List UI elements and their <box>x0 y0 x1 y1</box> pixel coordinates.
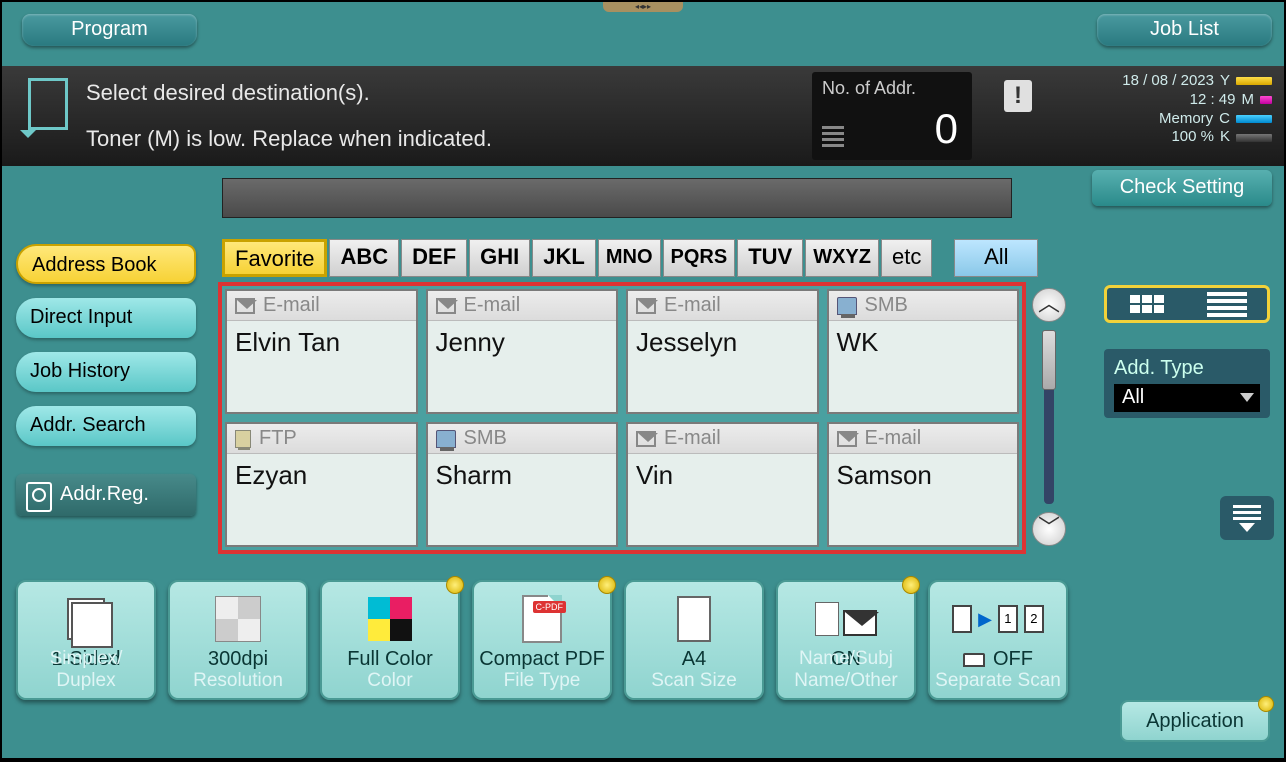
alpha-tab-mno[interactable]: MNO <box>598 239 661 277</box>
contact-card[interactable]: E-mail Elvin Tan <box>225 289 418 414</box>
contact-name: Elvin Tan <box>227 321 416 364</box>
scroll-up-button[interactable]: ︿ <box>1032 288 1066 322</box>
alpha-tab-wxyz[interactable]: WXYZ <box>805 239 879 277</box>
alpha-tab-favorite[interactable]: Favorite <box>222 239 327 277</box>
tab-job-history[interactable]: Job History <box>16 352 196 392</box>
contact-type: E-mail <box>865 427 922 450</box>
contact-name: Jenny <box>428 321 617 364</box>
option-label: 300dpi <box>170 648 306 671</box>
contact-card[interactable]: SMB WK <box>827 289 1020 414</box>
option-caption: Simplex/Duplex <box>16 648 156 692</box>
contact-type: E-mail <box>664 294 721 317</box>
status-submessage: Toner (M) is low. Replace when indicated… <box>86 126 492 152</box>
addr-reg-button[interactable]: Addr.Reg. <box>16 474 196 516</box>
alpha-tab-tuv[interactable]: TUV <box>737 239 803 277</box>
application-button[interactable]: Application <box>1120 700 1270 742</box>
alpha-tabs: Favorite ABC DEF GHI JKL MNO PQRS TUV WX… <box>222 239 1038 277</box>
ftp-icon <box>235 430 251 448</box>
pages-icon <box>18 590 154 648</box>
option-label: A4 <box>626 648 762 671</box>
on-icon <box>778 590 914 648</box>
grid-view-icon[interactable] <box>1107 288 1187 320</box>
a4-icon <box>626 590 762 648</box>
option-caption: File Type <box>472 670 612 692</box>
res-icon <box>170 590 306 648</box>
contact-type: FTP <box>259 427 297 450</box>
status-bar: Select desired destination(s). Toner (M)… <box>2 66 1284 166</box>
document-icon <box>20 78 68 138</box>
contact-card[interactable]: FTP Ezyan <box>225 422 418 547</box>
alpha-tab-ghi[interactable]: GHI <box>469 239 530 277</box>
program-button[interactable]: Program <box>22 14 197 46</box>
address-count-label: No. of Addr. <box>812 72 972 105</box>
contact-type: E-mail <box>664 427 721 450</box>
pdf-icon: C-PDF <box>474 590 610 648</box>
alpha-tab-pqrs[interactable]: PQRS <box>663 239 736 277</box>
list-view-icon[interactable] <box>1187 288 1267 320</box>
alpha-tab-def[interactable]: DEF <box>401 239 467 277</box>
contact-card[interactable]: E-mail Samson <box>827 422 1020 547</box>
contact-card[interactable]: SMB Sharm <box>426 422 619 547</box>
option-caption: Scan Size <box>624 670 764 692</box>
address-type-panel: Add. Type All <box>1104 349 1270 418</box>
address-type-label: Add. Type <box>1114 357 1260 380</box>
mail-icon <box>636 298 656 314</box>
option-label: Compact PDF <box>474 648 610 671</box>
contact-type: SMB <box>464 427 507 450</box>
view-toggle[interactable] <box>1104 285 1270 323</box>
contact-card[interactable]: E-mail Jenny <box>426 289 619 414</box>
contact-name: WK <box>829 321 1018 364</box>
mail-icon <box>436 298 456 314</box>
scanner-icon <box>963 653 985 667</box>
option-caption: Name/SubjName/Other <box>776 648 916 692</box>
contact-type: SMB <box>865 294 908 317</box>
address-count-panel: No. of Addr. 0 <box>812 72 972 160</box>
contact-name: Jesselyn <box>628 321 817 364</box>
alpha-tab-etc[interactable]: etc <box>881 239 932 277</box>
contact-type: E-mail <box>263 294 320 317</box>
contact-card[interactable]: E-mail Vin <box>626 422 819 547</box>
mail-icon <box>636 431 656 447</box>
drag-handle: ◂◂▸▸ <box>603 2 683 12</box>
status-meta: 18 / 08 / 2023Y 12 : 49M MemoryC 100 %K <box>1122 72 1272 147</box>
alpha-tab-all[interactable]: All <box>954 239 1038 277</box>
contact-type: E-mail <box>464 294 521 317</box>
alpha-tab-jkl[interactable]: JKL <box>532 239 596 277</box>
sep-icon: ▶12 <box>930 590 1066 648</box>
joblist-button[interactable]: Job List <box>1097 14 1272 46</box>
mail-icon <box>837 431 857 447</box>
tab-direct-input[interactable]: Direct Input <box>16 298 196 338</box>
tab-address-book[interactable]: Address Book <box>16 244 196 284</box>
smb-icon <box>436 430 456 448</box>
contact-name: Sharm <box>428 454 617 497</box>
scroll-down-button[interactable]: ﹀ <box>1032 512 1066 546</box>
option-caption: Color <box>320 670 460 692</box>
contact-name: Vin <box>628 454 817 497</box>
option-label: Full Color <box>322 648 458 671</box>
status-message: Select desired destination(s). <box>86 80 370 106</box>
check-setting-button[interactable]: Check Setting <box>1092 170 1272 206</box>
option-label: OFF <box>930 648 1066 671</box>
destination-display-bar[interactable] <box>222 178 1012 218</box>
alpha-tab-abc[interactable]: ABC <box>329 239 399 277</box>
contact-name: Samson <box>829 454 1018 497</box>
detail-list-button[interactable] <box>1220 496 1274 540</box>
address-type-select[interactable]: All <box>1114 384 1260 412</box>
option-caption: Resolution <box>168 670 308 692</box>
option-caption: Separate Scan <box>928 670 1068 692</box>
color-icon <box>322 590 458 648</box>
contact-name: Ezyan <box>227 454 416 497</box>
smb-icon <box>837 297 857 315</box>
scroll-thumb[interactable] <box>1042 330 1056 390</box>
warning-icon[interactable]: ! <box>1004 80 1032 112</box>
contact-card[interactable]: E-mail Jesselyn <box>626 289 819 414</box>
contact-grid: E-mail Elvin Tan E-mail Jenny E-mail Jesselyn… <box>218 282 1026 554</box>
mail-icon <box>235 298 255 314</box>
tab-addr-search[interactable]: Addr. Search <box>16 406 196 446</box>
